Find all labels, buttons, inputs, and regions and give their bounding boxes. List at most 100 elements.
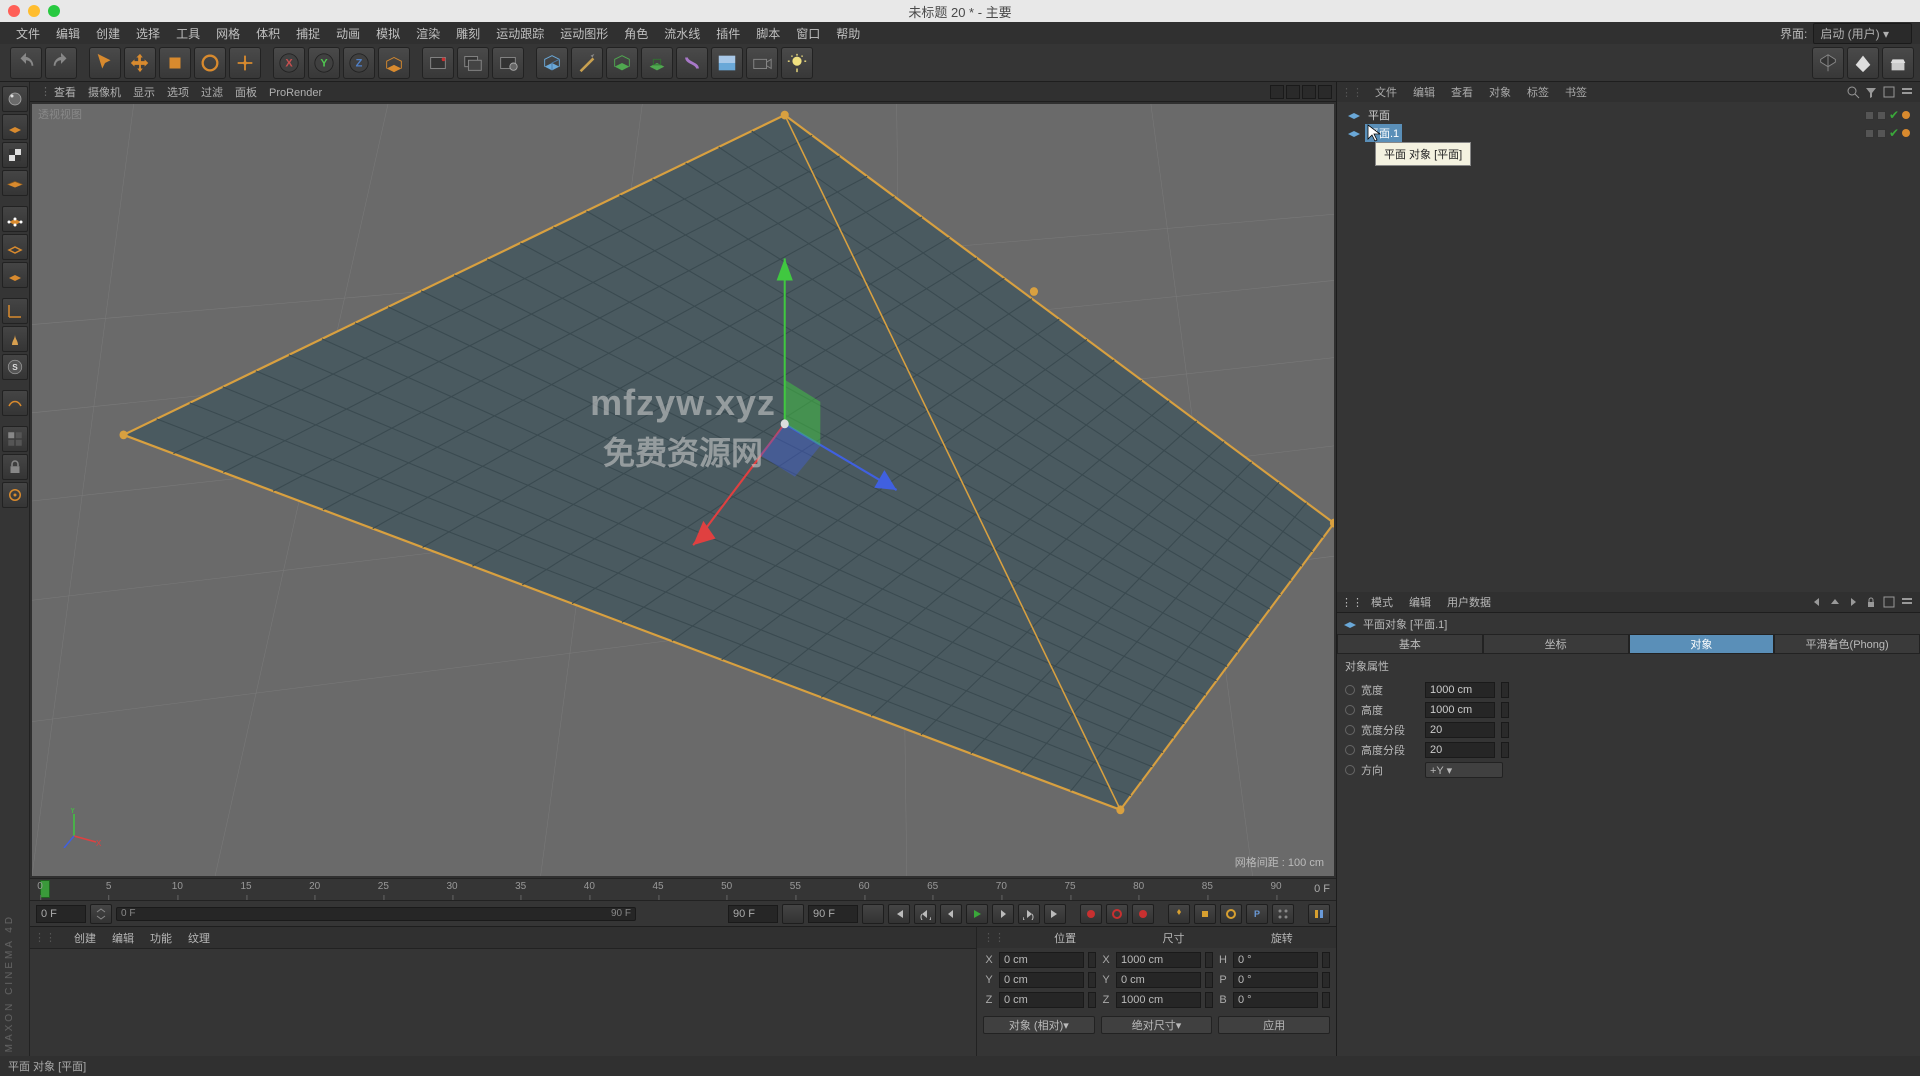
x-axis-lock[interactable]: X bbox=[273, 47, 305, 79]
rotate-tool[interactable] bbox=[194, 47, 226, 79]
play-button[interactable] bbox=[966, 904, 988, 924]
store-button[interactable] bbox=[1882, 47, 1914, 79]
deformer-button[interactable] bbox=[676, 47, 708, 79]
viewport-menu-面板[interactable]: 面板 bbox=[229, 85, 263, 101]
spinner-icon[interactable] bbox=[90, 904, 112, 924]
view-mode-icon[interactable] bbox=[1882, 85, 1896, 99]
attr-tab-0[interactable]: 基本 bbox=[1337, 634, 1483, 654]
spinner-icon[interactable] bbox=[1205, 972, 1213, 988]
goto-start-button[interactable] bbox=[888, 904, 910, 924]
attr-value-field[interactable]: 1000 cm bbox=[1425, 682, 1495, 698]
content-browser-button[interactable] bbox=[1812, 47, 1844, 79]
attr-menu-用户数据[interactable]: 用户数据 bbox=[1439, 594, 1499, 612]
menu-窗口[interactable]: 窗口 bbox=[788, 21, 828, 46]
environment-button[interactable] bbox=[711, 47, 743, 79]
viewport-menu-ProRender[interactable]: ProRender bbox=[263, 85, 328, 101]
primitive-cube-button[interactable] bbox=[536, 47, 568, 79]
record-key-button[interactable] bbox=[1080, 904, 1102, 924]
viewport-menu-选项[interactable]: 选项 bbox=[161, 85, 195, 101]
enabled-toggle[interactable]: ✔ bbox=[1889, 126, 1899, 140]
step-forward-button[interactable] bbox=[1018, 904, 1040, 924]
material-menu-功能[interactable]: 功能 bbox=[142, 931, 180, 947]
material-list-area[interactable] bbox=[30, 948, 976, 1056]
spinner-icon[interactable] bbox=[1205, 992, 1213, 1008]
size-field[interactable]: 1000 cm bbox=[1116, 992, 1201, 1008]
timeline-ruler[interactable]: 051015202530354045505560657075808590 0 F bbox=[30, 878, 1336, 900]
spinner-icon[interactable] bbox=[782, 904, 804, 924]
current-frame-field[interactable]: 90 F bbox=[808, 905, 858, 923]
attr-tab-3[interactable]: 平滑着色(Phong) bbox=[1774, 634, 1920, 654]
render-view-button[interactable] bbox=[422, 47, 454, 79]
polygons-mode-button[interactable] bbox=[2, 262, 28, 288]
panel-grip-icon[interactable]: ⋮⋮ bbox=[1341, 596, 1363, 609]
nav-up-icon[interactable] bbox=[1828, 595, 1842, 609]
menu-渲染[interactable]: 渲染 bbox=[408, 21, 448, 46]
menu-运动图形[interactable]: 运动图形 bbox=[552, 21, 616, 46]
camera-button[interactable] bbox=[746, 47, 778, 79]
position-field[interactable]: 0 cm bbox=[999, 992, 1084, 1008]
key-rot-button[interactable] bbox=[1220, 904, 1242, 924]
spinner-icon[interactable] bbox=[1088, 992, 1096, 1008]
size-field[interactable]: 1000 cm bbox=[1116, 952, 1201, 968]
coord-mode1-dropdown[interactable]: 对象 (相对) ▾ bbox=[983, 1016, 1095, 1034]
material-menu-编辑[interactable]: 编辑 bbox=[104, 931, 142, 947]
key-pos-button[interactable] bbox=[1168, 904, 1190, 924]
anim-dot-icon[interactable] bbox=[1345, 685, 1355, 695]
points-mode-button[interactable] bbox=[2, 206, 28, 232]
spinner-icon[interactable] bbox=[1501, 722, 1509, 738]
spinner-icon[interactable] bbox=[1322, 952, 1330, 968]
make-editable-button[interactable] bbox=[2, 86, 28, 112]
spinner-icon[interactable] bbox=[1088, 952, 1096, 968]
panel-menu-icon[interactable] bbox=[1900, 595, 1914, 609]
objmgr-menu-查看[interactable]: 查看 bbox=[1443, 84, 1481, 102]
position-field[interactable]: 0 cm bbox=[999, 972, 1084, 988]
filter-icon[interactable] bbox=[1864, 85, 1878, 99]
spinner-icon[interactable] bbox=[862, 904, 884, 924]
workplane-mode-button[interactable] bbox=[2, 170, 28, 196]
menu-体积[interactable]: 体积 bbox=[248, 21, 288, 46]
menu-编辑[interactable]: 编辑 bbox=[48, 21, 88, 46]
panel-grip-icon[interactable]: ⋮⋮ bbox=[1341, 86, 1367, 99]
menu-脚本[interactable]: 脚本 bbox=[748, 21, 788, 46]
rotation-field[interactable]: 0 ° bbox=[1233, 972, 1318, 988]
anim-dot-icon[interactable] bbox=[1345, 725, 1355, 735]
object-name[interactable]: 平面 bbox=[1365, 106, 1393, 124]
scale-tool[interactable] bbox=[159, 47, 191, 79]
viewport-menu-摄像机[interactable]: 摄像机 bbox=[82, 85, 127, 101]
menu-工具[interactable]: 工具 bbox=[168, 21, 208, 46]
nav-forward-icon[interactable] bbox=[1846, 595, 1860, 609]
prev-frame-button[interactable] bbox=[940, 904, 962, 924]
end-frame-field[interactable]: 90 F bbox=[728, 905, 778, 923]
menu-捕捉[interactable]: 捕捉 bbox=[288, 21, 328, 46]
attr-value-field[interactable]: 20 bbox=[1425, 742, 1495, 758]
key-pla-button[interactable] bbox=[1272, 904, 1294, 924]
undo-button[interactable] bbox=[10, 47, 42, 79]
viewport-maximize-icon[interactable] bbox=[1318, 85, 1332, 99]
rotation-field[interactable]: 0 ° bbox=[1233, 952, 1318, 968]
key-scale-button[interactable] bbox=[1194, 904, 1216, 924]
render-settings-button[interactable] bbox=[492, 47, 524, 79]
enabled-toggle[interactable]: ✔ bbox=[1889, 108, 1899, 122]
z-axis-lock[interactable]: Z bbox=[343, 47, 375, 79]
position-field[interactable]: 0 cm bbox=[999, 952, 1084, 968]
viewport-3d[interactable]: mfzyw.xyz 免费资源网 网格间距 : 100 cm Y X bbox=[32, 104, 1334, 876]
spinner-icon[interactable] bbox=[1088, 972, 1096, 988]
timeline-options-button[interactable] bbox=[1308, 904, 1330, 924]
anim-dot-icon[interactable] bbox=[1345, 745, 1355, 755]
phong-tag-icon[interactable] bbox=[1902, 111, 1910, 119]
menu-文件[interactable]: 文件 bbox=[8, 21, 48, 46]
visibility-render-toggle[interactable] bbox=[1877, 129, 1886, 138]
tag-button[interactable] bbox=[1847, 47, 1879, 79]
viewport-nav-pan-icon[interactable] bbox=[1270, 85, 1284, 99]
generator-button[interactable] bbox=[606, 47, 638, 79]
subdivision-button[interactable] bbox=[641, 47, 673, 79]
spinner-icon[interactable] bbox=[1205, 952, 1213, 968]
menu-动画[interactable]: 动画 bbox=[328, 21, 368, 46]
lock-button[interactable] bbox=[2, 454, 28, 480]
move-tool[interactable] bbox=[124, 47, 156, 79]
attr-menu-模式[interactable]: 模式 bbox=[1363, 594, 1401, 612]
attr-menu-编辑[interactable]: 编辑 bbox=[1401, 594, 1439, 612]
goto-end-button[interactable] bbox=[1044, 904, 1066, 924]
spinner-icon[interactable] bbox=[1501, 742, 1509, 758]
y-axis-lock[interactable]: Y bbox=[308, 47, 340, 79]
